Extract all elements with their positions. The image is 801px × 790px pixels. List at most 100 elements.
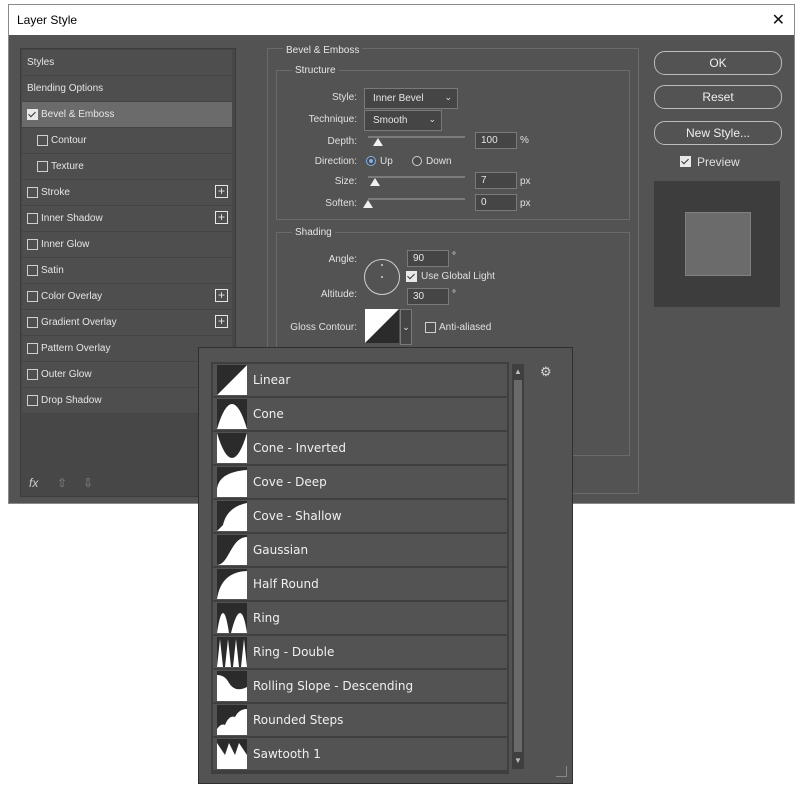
- direction-up-radio[interactable]: [366, 156, 376, 166]
- soften-label: Soften:: [325, 198, 357, 209]
- contour-item-half-round[interactable]: Half Round: [213, 568, 507, 600]
- stroke-checkbox[interactable]: [27, 187, 38, 198]
- contour-name: Linear: [253, 373, 291, 387]
- direction-label: Direction:: [314, 156, 357, 167]
- contour-item-sawtooth-1[interactable]: Sawtooth 1: [213, 738, 507, 770]
- styles-header-item[interactable]: Styles: [22, 50, 232, 76]
- altitude-degree: °: [452, 289, 456, 300]
- contour-item-rolling-slope-descending[interactable]: Rolling Slope - Descending: [213, 670, 507, 702]
- contour-list-scrollbar[interactable]: ▲ ▼: [512, 364, 524, 769]
- contour-item-ring[interactable]: Ring: [213, 602, 507, 634]
- style-select[interactable]: Inner Bevel ⌄: [364, 88, 458, 109]
- texture-item[interactable]: Texture: [22, 154, 232, 180]
- color-overlay-label: Color Overlay: [41, 291, 103, 302]
- color-overlay-checkbox[interactable]: [27, 291, 38, 302]
- global-light-checkbox[interactable]: [406, 271, 417, 282]
- ring-double-contour-icon: [217, 637, 247, 667]
- contour-item-cove-shallow[interactable]: Cove - Shallow: [213, 500, 507, 532]
- outer-glow-label: Outer Glow: [41, 369, 92, 380]
- texture-checkbox[interactable]: [37, 161, 48, 172]
- depth-input[interactable]: 100: [475, 132, 517, 149]
- angle-input[interactable]: 90: [407, 250, 449, 267]
- contour-item-linear[interactable]: Linear: [213, 364, 507, 396]
- size-input[interactable]: 7: [475, 172, 517, 189]
- direction-up-label: Up: [380, 156, 393, 167]
- bevel-emboss-checkbox[interactable]: [27, 109, 38, 120]
- contour-item[interactable]: Contour: [22, 128, 232, 154]
- gear-icon[interactable]: ⚙: [540, 364, 552, 380]
- depth-unit: %: [520, 135, 529, 146]
- preview-swatch: [685, 212, 751, 276]
- size-slider-thumb[interactable]: [370, 178, 380, 186]
- altitude-input[interactable]: 30: [407, 288, 449, 305]
- soften-slider-thumb[interactable]: [363, 200, 373, 208]
- size-label: Size:: [334, 176, 357, 187]
- contour-name: Half Round: [253, 577, 319, 591]
- inner-glow-item[interactable]: Inner Glow: [22, 232, 232, 258]
- resize-grip-icon[interactable]: [556, 766, 567, 777]
- depth-label: Depth:: [327, 136, 357, 147]
- inner-shadow-label: Inner Shadow: [41, 213, 103, 224]
- preview-checkbox[interactable]: [680, 156, 691, 167]
- contour-item-cone-inverted[interactable]: Cone - Inverted: [213, 432, 507, 464]
- gradient-overlay-checkbox[interactable]: [27, 317, 38, 328]
- inner-shadow-checkbox[interactable]: [27, 213, 38, 224]
- gloss-contour-preview[interactable]: [365, 309, 399, 343]
- technique-select[interactable]: Smooth ⌄: [364, 110, 442, 131]
- soften-unit: px: [520, 198, 531, 209]
- contour-label: Contour: [51, 135, 87, 146]
- depth-slider-thumb[interactable]: [373, 138, 383, 146]
- scroll-up-icon[interactable]: ▲: [514, 367, 522, 376]
- anti-aliased-label: Anti-aliased: [439, 322, 492, 333]
- add-inner-shadow-icon[interactable]: +: [215, 211, 228, 224]
- blending-options-item[interactable]: Blending Options: [22, 76, 232, 102]
- reset-button[interactable]: Reset: [654, 85, 782, 109]
- add-gradient-overlay-icon[interactable]: +: [215, 315, 228, 328]
- altitude-value: 30: [413, 291, 425, 302]
- add-stroke-icon[interactable]: +: [215, 185, 228, 198]
- inner-glow-checkbox[interactable]: [27, 239, 38, 250]
- pattern-overlay-checkbox[interactable]: [27, 343, 38, 354]
- gloss-contour-dropdown[interactable]: ⌄: [400, 309, 412, 345]
- contour-item-gaussian[interactable]: Gaussian: [213, 534, 507, 566]
- size-slider[interactable]: [368, 176, 465, 178]
- bevel-emboss-item[interactable]: Bevel & Emboss: [22, 102, 232, 128]
- satin-checkbox[interactable]: [27, 265, 38, 276]
- fx-menu-icon[interactable]: fx: [29, 476, 38, 490]
- ok-button[interactable]: OK: [654, 51, 782, 75]
- stroke-item[interactable]: Stroke +: [22, 180, 232, 206]
- angle-dial[interactable]: [364, 259, 400, 295]
- soften-input[interactable]: 0: [475, 194, 517, 211]
- move-up-icon[interactable]: ⇧: [57, 476, 67, 490]
- pattern-overlay-label: Pattern Overlay: [41, 343, 111, 354]
- contour-item-ring-double[interactable]: Ring - Double: [213, 636, 507, 668]
- anti-aliased-checkbox[interactable]: [425, 322, 436, 333]
- satin-item[interactable]: Satin: [22, 258, 232, 284]
- add-color-overlay-icon[interactable]: +: [215, 289, 228, 302]
- soften-slider[interactable]: [368, 198, 465, 200]
- contour-checkbox[interactable]: [37, 135, 48, 146]
- new-style-button[interactable]: New Style...: [654, 121, 782, 145]
- contour-name: Rounded Steps: [253, 713, 344, 727]
- texture-label: Texture: [51, 161, 84, 172]
- drop-shadow-checkbox[interactable]: [27, 395, 38, 406]
- scrollbar-thumb[interactable]: [514, 380, 522, 752]
- drop-shadow-label: Drop Shadow: [41, 395, 102, 406]
- contour-item-rounded-steps[interactable]: Rounded Steps: [213, 704, 507, 736]
- contour-item-cove-deep[interactable]: Cove - Deep: [213, 466, 507, 498]
- move-down-icon[interactable]: ⇩: [83, 476, 93, 490]
- close-icon[interactable]: ✕: [772, 10, 785, 30]
- preview-area: [654, 181, 780, 307]
- scroll-down-icon[interactable]: ▼: [514, 756, 522, 765]
- cone-contour-icon: [217, 399, 247, 429]
- altitude-label: Altitude:: [320, 289, 357, 300]
- contour-name: Ring: [253, 611, 280, 625]
- direction-down-radio[interactable]: [412, 156, 422, 166]
- inner-shadow-item[interactable]: Inner Shadow +: [22, 206, 232, 232]
- contour-item-cone[interactable]: Cone: [213, 398, 507, 430]
- shading-title: Shading: [292, 227, 335, 238]
- color-overlay-item[interactable]: Color Overlay +: [22, 284, 232, 310]
- gradient-overlay-item[interactable]: Gradient Overlay +: [22, 310, 232, 336]
- outer-glow-checkbox[interactable]: [27, 369, 38, 380]
- angle-dial-center: [381, 276, 383, 278]
